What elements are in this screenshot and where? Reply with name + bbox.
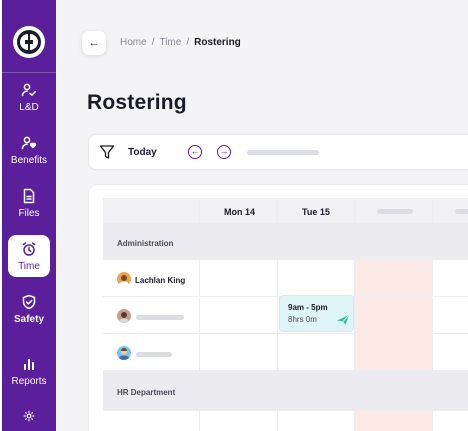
sidebar-item-label: Benefits bbox=[10, 155, 48, 166]
unavailable-cell[interactable] bbox=[355, 260, 433, 297]
avatar bbox=[117, 346, 131, 360]
column-header-placeholder bbox=[377, 209, 413, 214]
employee-cell[interactable]: Lachlan King bbox=[103, 260, 200, 297]
filter-bar: Today ← → bbox=[88, 134, 468, 170]
roster-cell[interactable] bbox=[278, 411, 355, 431]
avatar bbox=[117, 272, 131, 286]
roster-cell[interactable] bbox=[433, 260, 468, 297]
sidebar: L&D Benefits Files Time Safety Reports bbox=[2, 0, 56, 431]
column-header-placeholder bbox=[455, 209, 468, 214]
sidebar-item-label: Files bbox=[18, 208, 40, 219]
sidebar-item-label: Time bbox=[18, 261, 40, 272]
column-header[interactable]: Tue 15 bbox=[278, 198, 355, 224]
app-logo-icon[interactable] bbox=[13, 26, 45, 58]
employee-name-placeholder bbox=[136, 352, 172, 357]
column-header[interactable] bbox=[433, 198, 468, 224]
unavailable-cell[interactable] bbox=[355, 334, 433, 371]
group-label: Administration bbox=[117, 239, 174, 248]
roster-cell[interactable] bbox=[433, 297, 468, 334]
employee-name-placeholder bbox=[136, 315, 184, 320]
back-arrow-icon: ← bbox=[88, 37, 100, 49]
sidebar-item-time[interactable]: Time bbox=[8, 235, 50, 277]
page-title: Rostering bbox=[87, 91, 187, 114]
sidebar-item-reports[interactable]: Reports bbox=[2, 356, 56, 387]
grid-header-corner bbox=[103, 198, 200, 224]
sidebar-item-label: Safety bbox=[13, 314, 44, 325]
roster-cell[interactable] bbox=[278, 260, 355, 297]
back-button[interactable]: ← bbox=[82, 31, 106, 55]
column-header-label: Tue 15 bbox=[302, 207, 330, 217]
today-button[interactable]: Today bbox=[128, 147, 157, 158]
unavailable-cell[interactable] bbox=[355, 411, 433, 431]
roster-cell[interactable] bbox=[278, 334, 355, 371]
shift-duration: 8hrs 0m bbox=[288, 315, 317, 324]
sidebar-item-files[interactable]: Files bbox=[2, 188, 56, 219]
employee-cell[interactable] bbox=[103, 297, 200, 334]
employee-name: Lachlan King bbox=[135, 276, 186, 285]
gear-icon[interactable] bbox=[23, 410, 35, 422]
roster-cell[interactable] bbox=[433, 334, 468, 371]
shift-time: 9am - 5pm bbox=[288, 303, 328, 312]
sidebar-item-ld[interactable]: L&D bbox=[2, 82, 56, 113]
sidebar-item-label: L&D bbox=[19, 102, 39, 113]
group-row: HR Department bbox=[103, 371, 468, 411]
group-row: Administration bbox=[103, 224, 468, 260]
sidebar-item-safety[interactable]: Safety bbox=[2, 294, 56, 325]
column-header-label: Mon 14 bbox=[224, 207, 256, 217]
roster-cell[interactable] bbox=[200, 411, 278, 431]
employee-cell[interactable] bbox=[103, 334, 200, 371]
bar-chart-icon bbox=[24, 359, 34, 370]
breadcrumb-time[interactable]: Time bbox=[159, 37, 181, 48]
column-header[interactable]: Mon 14 bbox=[200, 198, 278, 224]
previous-week-button[interactable]: ← bbox=[188, 145, 202, 159]
date-range-placeholder bbox=[247, 150, 319, 155]
roster-cell[interactable] bbox=[200, 297, 278, 334]
breadcrumb-current: Rostering bbox=[194, 37, 241, 48]
file-icon bbox=[23, 188, 35, 204]
roster-grid: Mon 14 Tue 15 Administration Lachlan Kin… bbox=[103, 198, 468, 431]
unavailable-cell[interactable] bbox=[355, 297, 433, 334]
roster-cell[interactable] bbox=[200, 260, 278, 297]
sidebar-divider bbox=[2, 72, 56, 73]
shift-card[interactable]: 9am - 5pm 8hrs 0m bbox=[279, 295, 354, 332]
shield-icon bbox=[22, 294, 36, 310]
employee-cell[interactable] bbox=[103, 411, 200, 431]
avatar bbox=[117, 309, 131, 323]
breadcrumb-home[interactable]: Home bbox=[120, 37, 147, 48]
user-learning-icon bbox=[21, 83, 37, 97]
alarm-clock-icon bbox=[22, 242, 36, 256]
group-label: HR Department bbox=[117, 388, 176, 397]
user-heart-icon bbox=[21, 136, 37, 150]
breadcrumb: Home / Time / Rostering bbox=[120, 37, 241, 48]
roster-cell[interactable] bbox=[200, 334, 278, 371]
next-week-button[interactable]: → bbox=[217, 145, 231, 159]
sidebar-item-label: Reports bbox=[11, 376, 47, 387]
send-icon[interactable] bbox=[336, 314, 350, 326]
column-header[interactable] bbox=[355, 198, 433, 224]
sidebar-item-benefits[interactable]: Benefits bbox=[2, 135, 56, 166]
filter-icon[interactable] bbox=[99, 144, 115, 160]
